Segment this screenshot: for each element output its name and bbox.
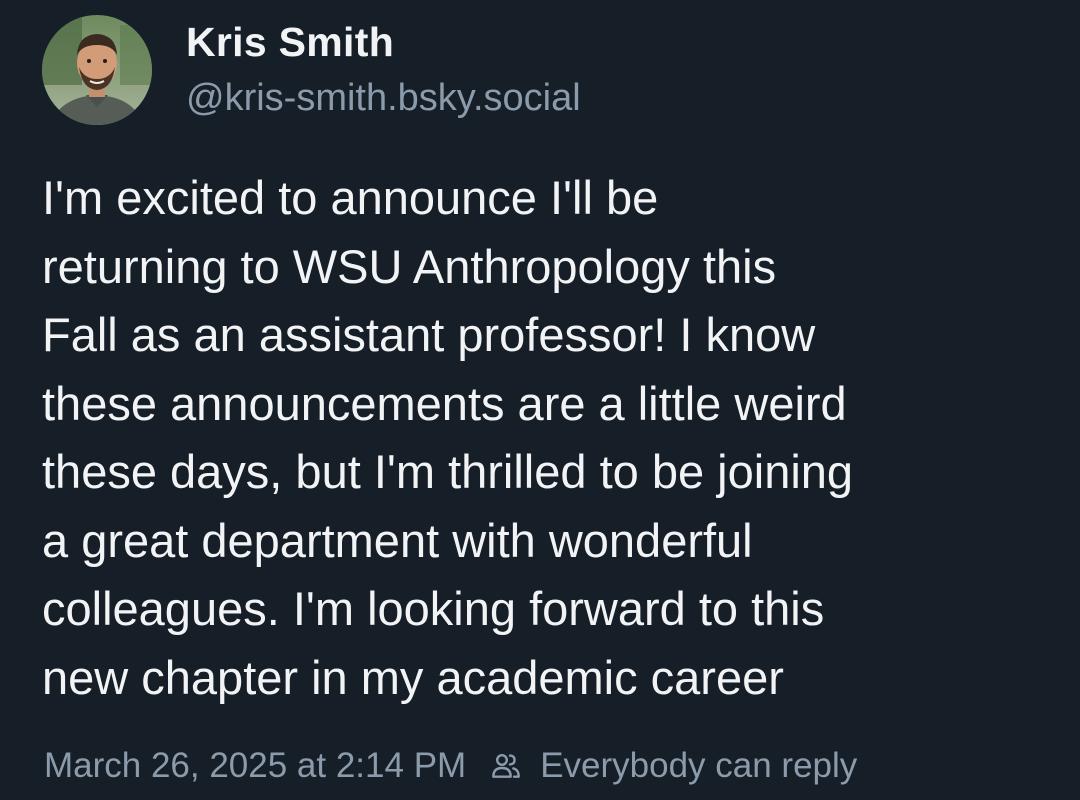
post-text-line: new chapter in my academic career — [42, 650, 784, 704]
post-footer: March 26, 2025 at 2:14 PM Everybody can … — [44, 740, 857, 792]
author-handle[interactable]: @kris-smith.bsky.social — [186, 73, 581, 123]
display-name[interactable]: Kris Smith — [186, 17, 581, 67]
post-timestamp[interactable]: March 26, 2025 at 2:14 PM — [44, 746, 466, 786]
post-text-line: a great department with wonderful — [42, 513, 753, 567]
post-text-line: colleagues. I'm looking forward to this — [42, 582, 825, 635]
people-icon — [492, 754, 521, 778]
post-text-line: these days, but I'm thrilled to be joini… — [42, 445, 854, 498]
post-header: Kris Smith @kris-smith.bsky.social — [42, 14, 581, 126]
reply-setting-label: Everybody can reply — [540, 746, 858, 785]
post-text-line: I'm excited to announce I'll be — [42, 171, 659, 224]
post-text: I'm excited to announce I'll be returnin… — [42, 164, 1052, 712]
post-text-line: returning to WSU Anthropology this — [42, 239, 777, 293]
reply-setting[interactable]: Everybody can reply — [490, 746, 857, 786]
avatar[interactable] — [42, 15, 152, 125]
author-info: Kris Smith @kris-smith.bsky.social — [186, 17, 581, 123]
avatar-photo — [42, 15, 152, 125]
post-text-line: Fall as an assistant professor! I know — [42, 308, 816, 361]
post-text-line: these announcements are a little weird — [42, 376, 847, 430]
post-card: Kris Smith @kris-smith.bsky.social I'm e… — [0, 0, 1080, 800]
